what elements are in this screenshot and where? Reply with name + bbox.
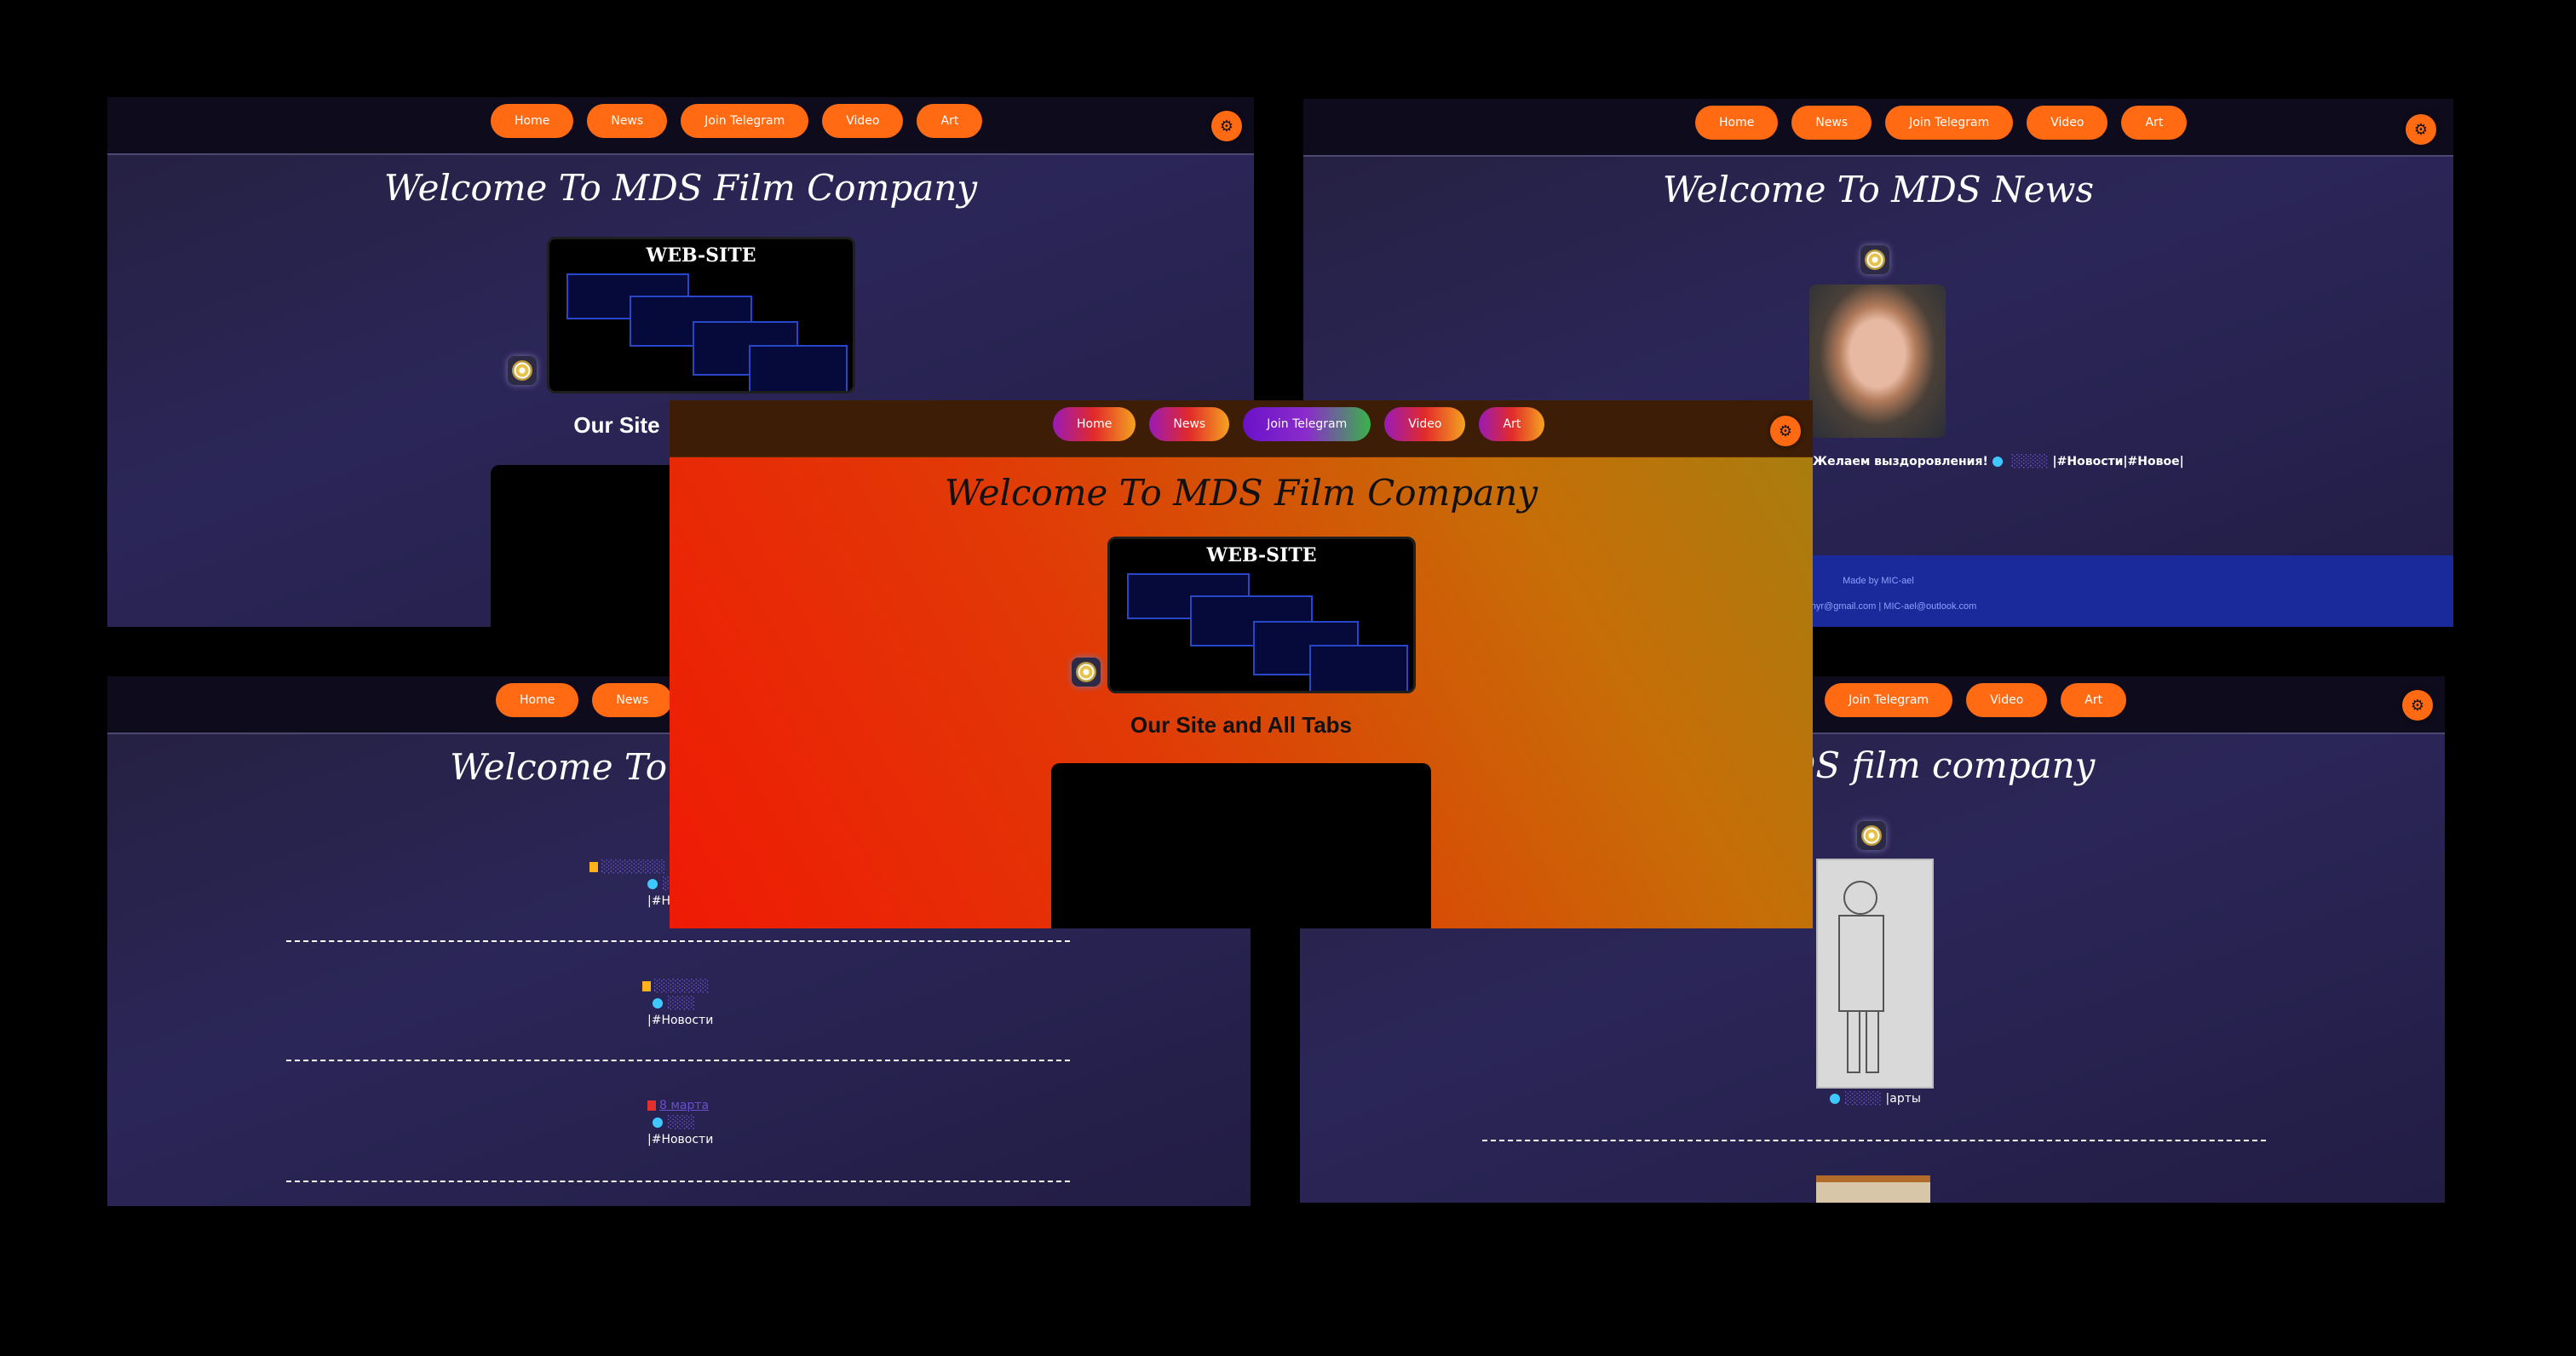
nav-home-button[interactable]: Home <box>1053 407 1136 441</box>
nav-art-button[interactable]: Art <box>1479 407 1545 441</box>
list-item-tag: |#Новости <box>647 1133 714 1146</box>
list-item: ░░░░░░░ <box>589 860 665 874</box>
telegram-icon <box>647 879 658 889</box>
gift-icon <box>589 862 598 872</box>
nav-art-button[interactable]: Art <box>2061 683 2127 717</box>
list-item-tag: |#Новости <box>647 1014 714 1027</box>
video-player[interactable] <box>1051 763 1431 928</box>
gift-icon <box>642 981 651 991</box>
telegram-icon <box>653 1118 663 1128</box>
divider <box>286 1060 1070 1061</box>
nav-video-button[interactable]: Video <box>1384 407 1466 441</box>
telegram-icon <box>653 998 663 1008</box>
list-item: ░░░░░░ <box>642 980 710 993</box>
navbar: Home News Join Telegram Video Art ⚙ <box>670 400 1813 457</box>
art-caption: ░░░░ |арты <box>1830 1092 1921 1106</box>
page-title: Welcome To MDS News <box>1662 169 2095 210</box>
settings-gear-icon[interactable]: ⚙ <box>1211 111 1242 141</box>
nav-news-button[interactable]: News <box>1149 407 1230 441</box>
divider <box>286 1181 1070 1182</box>
nav-video-button[interactable]: Video <box>2027 106 2108 140</box>
nav-video-button[interactable]: Video <box>822 104 904 138</box>
logo-seal-icon <box>1072 658 1101 687</box>
divider <box>1482 1140 2266 1141</box>
website-preview-image[interactable]: WEB-SITE <box>1107 537 1416 693</box>
page-title: Welcome To MDS Film Company <box>383 167 978 209</box>
settings-gear-icon[interactable]: ⚙ <box>2402 690 2433 721</box>
nav-art-button[interactable]: Art <box>917 104 983 138</box>
page-title: Welcome To MDS Film Company <box>944 472 1538 514</box>
settings-gear-icon[interactable]: ⚙ <box>2406 114 2436 145</box>
section-subtitle: Our Site and All Tabs <box>1130 712 1353 738</box>
news-message: Желаем выздоровления! ░░░░ |#Новости|#Но… <box>1813 455 2184 468</box>
nav-telegram-button[interactable]: Join Telegram <box>1825 683 1953 717</box>
website-preview-image[interactable]: WEB-SITE <box>547 237 855 394</box>
news-photo-image <box>1809 284 1946 438</box>
divider <box>286 940 1070 942</box>
settings-gear-icon[interactable]: ⚙ <box>1770 416 1801 446</box>
nav-home-button[interactable]: Home <box>491 104 574 138</box>
nav-home-button[interactable]: Home <box>496 683 579 717</box>
nav-news-button[interactable]: News <box>1791 106 1872 140</box>
nav-news-button[interactable]: News <box>592 683 673 717</box>
list-item: 8 марта <box>647 1099 709 1112</box>
list-item-tag: |#Н <box>647 894 670 908</box>
nav-art-button[interactable]: Art <box>2121 106 2188 140</box>
art-drawing-image <box>1816 859 1934 1089</box>
window-home-front: Home News Join Telegram Video Art ⚙ Welc… <box>670 400 1813 928</box>
art-drawing-image <box>1816 1175 1930 1203</box>
nav-telegram-button[interactable]: Join Telegram <box>681 104 809 138</box>
navbar: Home News Join Telegram Video Art ⚙ <box>1303 99 2453 157</box>
navbar: Home News Join Telegram Video Art ⚙ <box>107 97 1254 155</box>
telegram-icon <box>1830 1094 1840 1104</box>
page-title: o MDS film company <box>1717 744 2096 786</box>
logo-seal-icon <box>1860 245 1889 274</box>
pin-icon <box>647 1100 656 1111</box>
logo-seal-icon <box>508 356 537 385</box>
news-link[interactable]: ░░░░ <box>2012 455 2049 468</box>
list-item-tag: ░░░ <box>653 997 695 1010</box>
nav-telegram-button[interactable]: Join Telegram <box>1243 407 1371 441</box>
nav-telegram-button[interactable]: Join Telegram <box>1885 106 2014 140</box>
nav-news-button[interactable]: News <box>587 104 668 138</box>
logo-seal-icon <box>1857 821 1886 850</box>
list-item-tag: ░░░ <box>653 1116 695 1129</box>
telegram-icon <box>1992 457 2003 467</box>
nav-video-button[interactable]: Video <box>1966 683 2048 717</box>
nav-home-button[interactable]: Home <box>1695 106 1779 140</box>
